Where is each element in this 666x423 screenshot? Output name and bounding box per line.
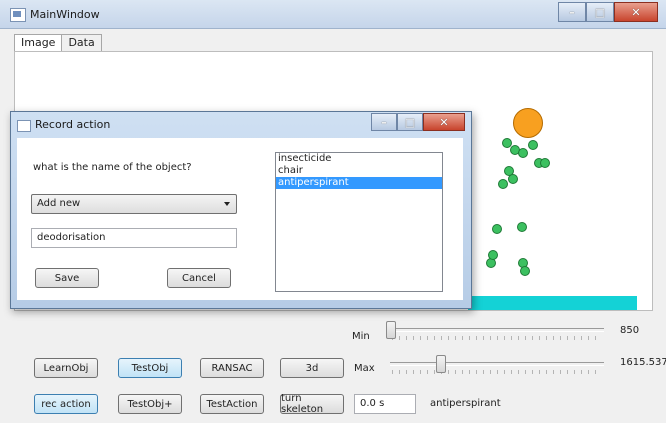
chevron-down-icon bbox=[224, 202, 230, 206]
main-titlebar[interactable]: MainWindow – □ ✕ bbox=[0, 0, 666, 29]
skeleton-visualization bbox=[462, 100, 637, 310]
minimize-icon: – bbox=[381, 115, 387, 129]
dialog-close-button[interactable]: ✕ bbox=[423, 113, 465, 131]
object-combo[interactable]: Add new bbox=[31, 194, 237, 214]
joint-marker bbox=[520, 266, 530, 276]
recognized-object-label: antiperspirant bbox=[430, 398, 501, 409]
save-button[interactable]: Save bbox=[35, 268, 99, 288]
close-icon: ✕ bbox=[631, 5, 641, 19]
joint-marker bbox=[492, 224, 502, 234]
minimize-button[interactable]: – bbox=[558, 2, 586, 22]
learn-obj-button[interactable]: LearnObj bbox=[34, 358, 98, 378]
joint-marker bbox=[540, 158, 550, 168]
list-item[interactable]: insecticide bbox=[276, 153, 442, 165]
minimize-icon: – bbox=[569, 5, 575, 19]
min-label: Min bbox=[352, 331, 370, 342]
dialog-maximize-button[interactable]: □ bbox=[397, 113, 423, 131]
min-slider-ticks bbox=[392, 336, 602, 340]
dialog-app-icon bbox=[17, 120, 31, 132]
ransac-button[interactable]: RANSAC bbox=[200, 358, 264, 378]
list-item[interactable]: chair bbox=[276, 165, 442, 177]
dialog-title: Record action bbox=[35, 118, 111, 131]
cancel-button[interactable]: Cancel bbox=[167, 268, 231, 288]
dialog-body: what is the name of the object? Add new … bbox=[17, 138, 463, 300]
record-action-dialog: Record action – □ ✕ what is the name of … bbox=[10, 111, 472, 309]
3d-button[interactable]: 3d bbox=[280, 358, 344, 378]
dialog-controls: – □ ✕ bbox=[371, 113, 465, 131]
min-slider-track[interactable] bbox=[390, 328, 604, 332]
object-name-input[interactable]: deodorisation bbox=[31, 228, 237, 248]
app-icon bbox=[10, 8, 26, 22]
turn-skeleton-button[interactable]: turn skeleton bbox=[280, 393, 344, 415]
object-listbox[interactable]: insecticide chair antiperspirant bbox=[275, 152, 443, 292]
min-slider-thumb[interactable] bbox=[386, 321, 396, 339]
list-item-selected[interactable]: antiperspirant bbox=[276, 177, 442, 189]
joint-marker bbox=[508, 174, 518, 184]
min-value: 850 bbox=[620, 325, 640, 336]
joint-marker bbox=[498, 179, 508, 189]
tab-strip: Image Data bbox=[14, 34, 102, 53]
maximize-icon: □ bbox=[594, 5, 606, 19]
dialog-minimize-button[interactable]: – bbox=[371, 113, 397, 131]
window-title: MainWindow bbox=[30, 8, 100, 21]
close-button[interactable]: ✕ bbox=[614, 2, 658, 22]
max-slider-thumb[interactable] bbox=[436, 355, 446, 373]
close-icon: ✕ bbox=[439, 115, 449, 129]
joint-marker bbox=[518, 148, 528, 158]
object-name-prompt: what is the name of the object? bbox=[33, 162, 192, 173]
tab-data[interactable]: Data bbox=[61, 34, 102, 51]
test-action-button[interactable]: TestAction bbox=[200, 394, 264, 414]
joint-marker bbox=[517, 222, 527, 232]
joint-marker bbox=[488, 250, 498, 260]
object-combo-value: Add new bbox=[37, 198, 81, 209]
max-slider-ticks bbox=[392, 370, 602, 374]
joint-marker bbox=[528, 140, 538, 150]
floor-plane bbox=[468, 296, 637, 310]
max-slider-track[interactable] bbox=[390, 362, 604, 366]
maximize-button[interactable]: □ bbox=[586, 2, 614, 22]
test-obj-button[interactable]: TestObj bbox=[118, 358, 182, 378]
test-obj-plus-button[interactable]: TestObj+ bbox=[118, 394, 182, 414]
rec-action-button[interactable]: rec action bbox=[34, 394, 98, 414]
head-marker bbox=[513, 108, 543, 138]
max-value: 1615.5378 bbox=[620, 357, 666, 368]
time-input[interactable]: 0.0 s bbox=[354, 394, 416, 414]
window-controls: – □ ✕ bbox=[558, 2, 658, 22]
max-label: Max bbox=[354, 363, 375, 374]
maximize-icon: □ bbox=[404, 115, 416, 129]
